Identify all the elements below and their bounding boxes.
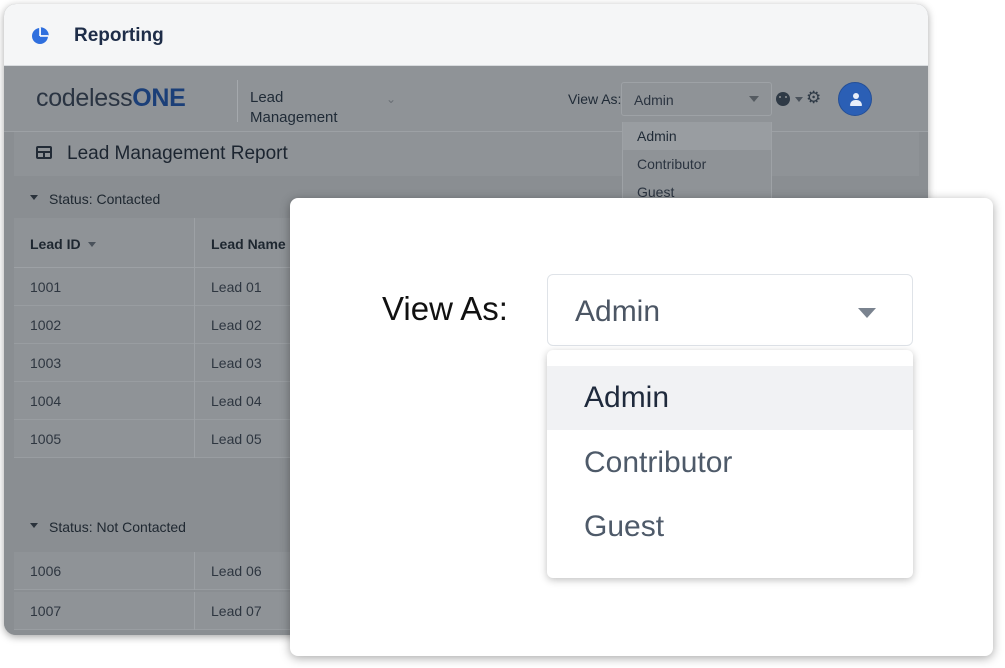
cell-lead-id: 1002 bbox=[30, 317, 62, 333]
cell-lead-id: 1005 bbox=[30, 431, 62, 447]
sort-caret-icon[interactable] bbox=[88, 242, 96, 247]
cell-lead-name: Lead 01 bbox=[211, 279, 262, 295]
column-divider bbox=[194, 592, 195, 630]
avatar-head bbox=[853, 93, 859, 99]
cell-lead-id: 1006 bbox=[30, 563, 62, 579]
topbar-divider bbox=[237, 80, 238, 122]
caret-down-icon[interactable] bbox=[795, 97, 803, 102]
pie-chart-icon bbox=[32, 27, 49, 44]
column-divider bbox=[194, 306, 195, 344]
view-as-dropdown-menu: Admin Contributor Guest bbox=[622, 122, 772, 208]
view-as-option-contributor[interactable]: Contributor bbox=[623, 150, 771, 178]
zoom-option-admin[interactable]: Admin bbox=[547, 366, 913, 430]
logo-main: codeless bbox=[36, 84, 133, 112]
caret-down-icon[interactable] bbox=[30, 523, 38, 528]
report-header: Lead Management Report bbox=[14, 132, 919, 176]
zoom-dropdown-menu: Admin Contributor Guest bbox=[547, 350, 913, 578]
app-topbar: codelessONE Lead Management ⌄ View As: A… bbox=[4, 66, 928, 132]
window-titlebar: Reporting bbox=[4, 4, 928, 66]
column-divider bbox=[194, 382, 195, 420]
caret-down-icon[interactable] bbox=[30, 195, 38, 200]
app-selector-label: Lead Management bbox=[250, 89, 338, 126]
column-header-lead-name[interactable]: Lead Name bbox=[211, 236, 286, 252]
cell-lead-name: Lead 07 bbox=[211, 603, 262, 619]
cell-lead-id: 1001 bbox=[30, 279, 62, 295]
codelessone-logo[interactable]: codelessONE bbox=[36, 84, 186, 113]
zoom-option-guest[interactable]: Guest bbox=[547, 495, 913, 559]
app-selector[interactable]: Lead Management ⌄ bbox=[250, 88, 400, 128]
cell-lead-name: Lead 04 bbox=[211, 393, 262, 409]
zoom-view-as-value: Admin bbox=[575, 295, 661, 328]
table-icon bbox=[36, 146, 52, 159]
view-as-value: Admin bbox=[634, 92, 674, 108]
gear-icon[interactable]: ⚙ bbox=[806, 88, 821, 108]
column-divider bbox=[194, 218, 195, 268]
chevron-down-icon: ⌄ bbox=[386, 92, 397, 106]
logo-accent: ONE bbox=[132, 84, 186, 112]
view-as-label: View As: bbox=[568, 91, 622, 107]
window-title: Reporting bbox=[74, 25, 164, 46]
group-label: Status: Not Contacted bbox=[49, 519, 186, 535]
cell-lead-id: 1003 bbox=[30, 355, 62, 371]
view-as-select[interactable]: Admin bbox=[621, 82, 772, 116]
avatar-body bbox=[850, 100, 862, 106]
cell-lead-id: 1004 bbox=[30, 393, 62, 409]
cell-lead-name: Lead 05 bbox=[211, 431, 262, 447]
zoom-view-as-select[interactable]: Admin bbox=[547, 274, 913, 346]
column-divider bbox=[194, 344, 195, 382]
column-header-lead-id[interactable]: Lead ID bbox=[30, 236, 81, 252]
caret-down-icon bbox=[858, 308, 876, 318]
user-avatar-icon[interactable] bbox=[838, 82, 872, 116]
zoom-option-contributor[interactable]: Contributor bbox=[547, 431, 913, 495]
column-divider bbox=[194, 420, 195, 458]
cell-lead-name: Lead 06 bbox=[211, 563, 262, 579]
view-as-option-admin[interactable]: Admin bbox=[623, 122, 771, 150]
zoom-view-as-label: View As: bbox=[382, 290, 508, 327]
group-label: Status: Contacted bbox=[49, 191, 161, 207]
cell-lead-name: Lead 02 bbox=[211, 317, 262, 333]
smiley-icon[interactable] bbox=[776, 92, 790, 106]
cell-lead-name: Lead 03 bbox=[211, 355, 262, 371]
report-title: Lead Management Report bbox=[67, 143, 288, 164]
column-divider bbox=[194, 552, 195, 590]
column-divider bbox=[194, 268, 195, 306]
cell-lead-id: 1007 bbox=[30, 603, 62, 619]
zoom-callout: View As: Admin Admin Contributor Guest bbox=[290, 198, 993, 656]
caret-down-icon bbox=[749, 96, 759, 102]
